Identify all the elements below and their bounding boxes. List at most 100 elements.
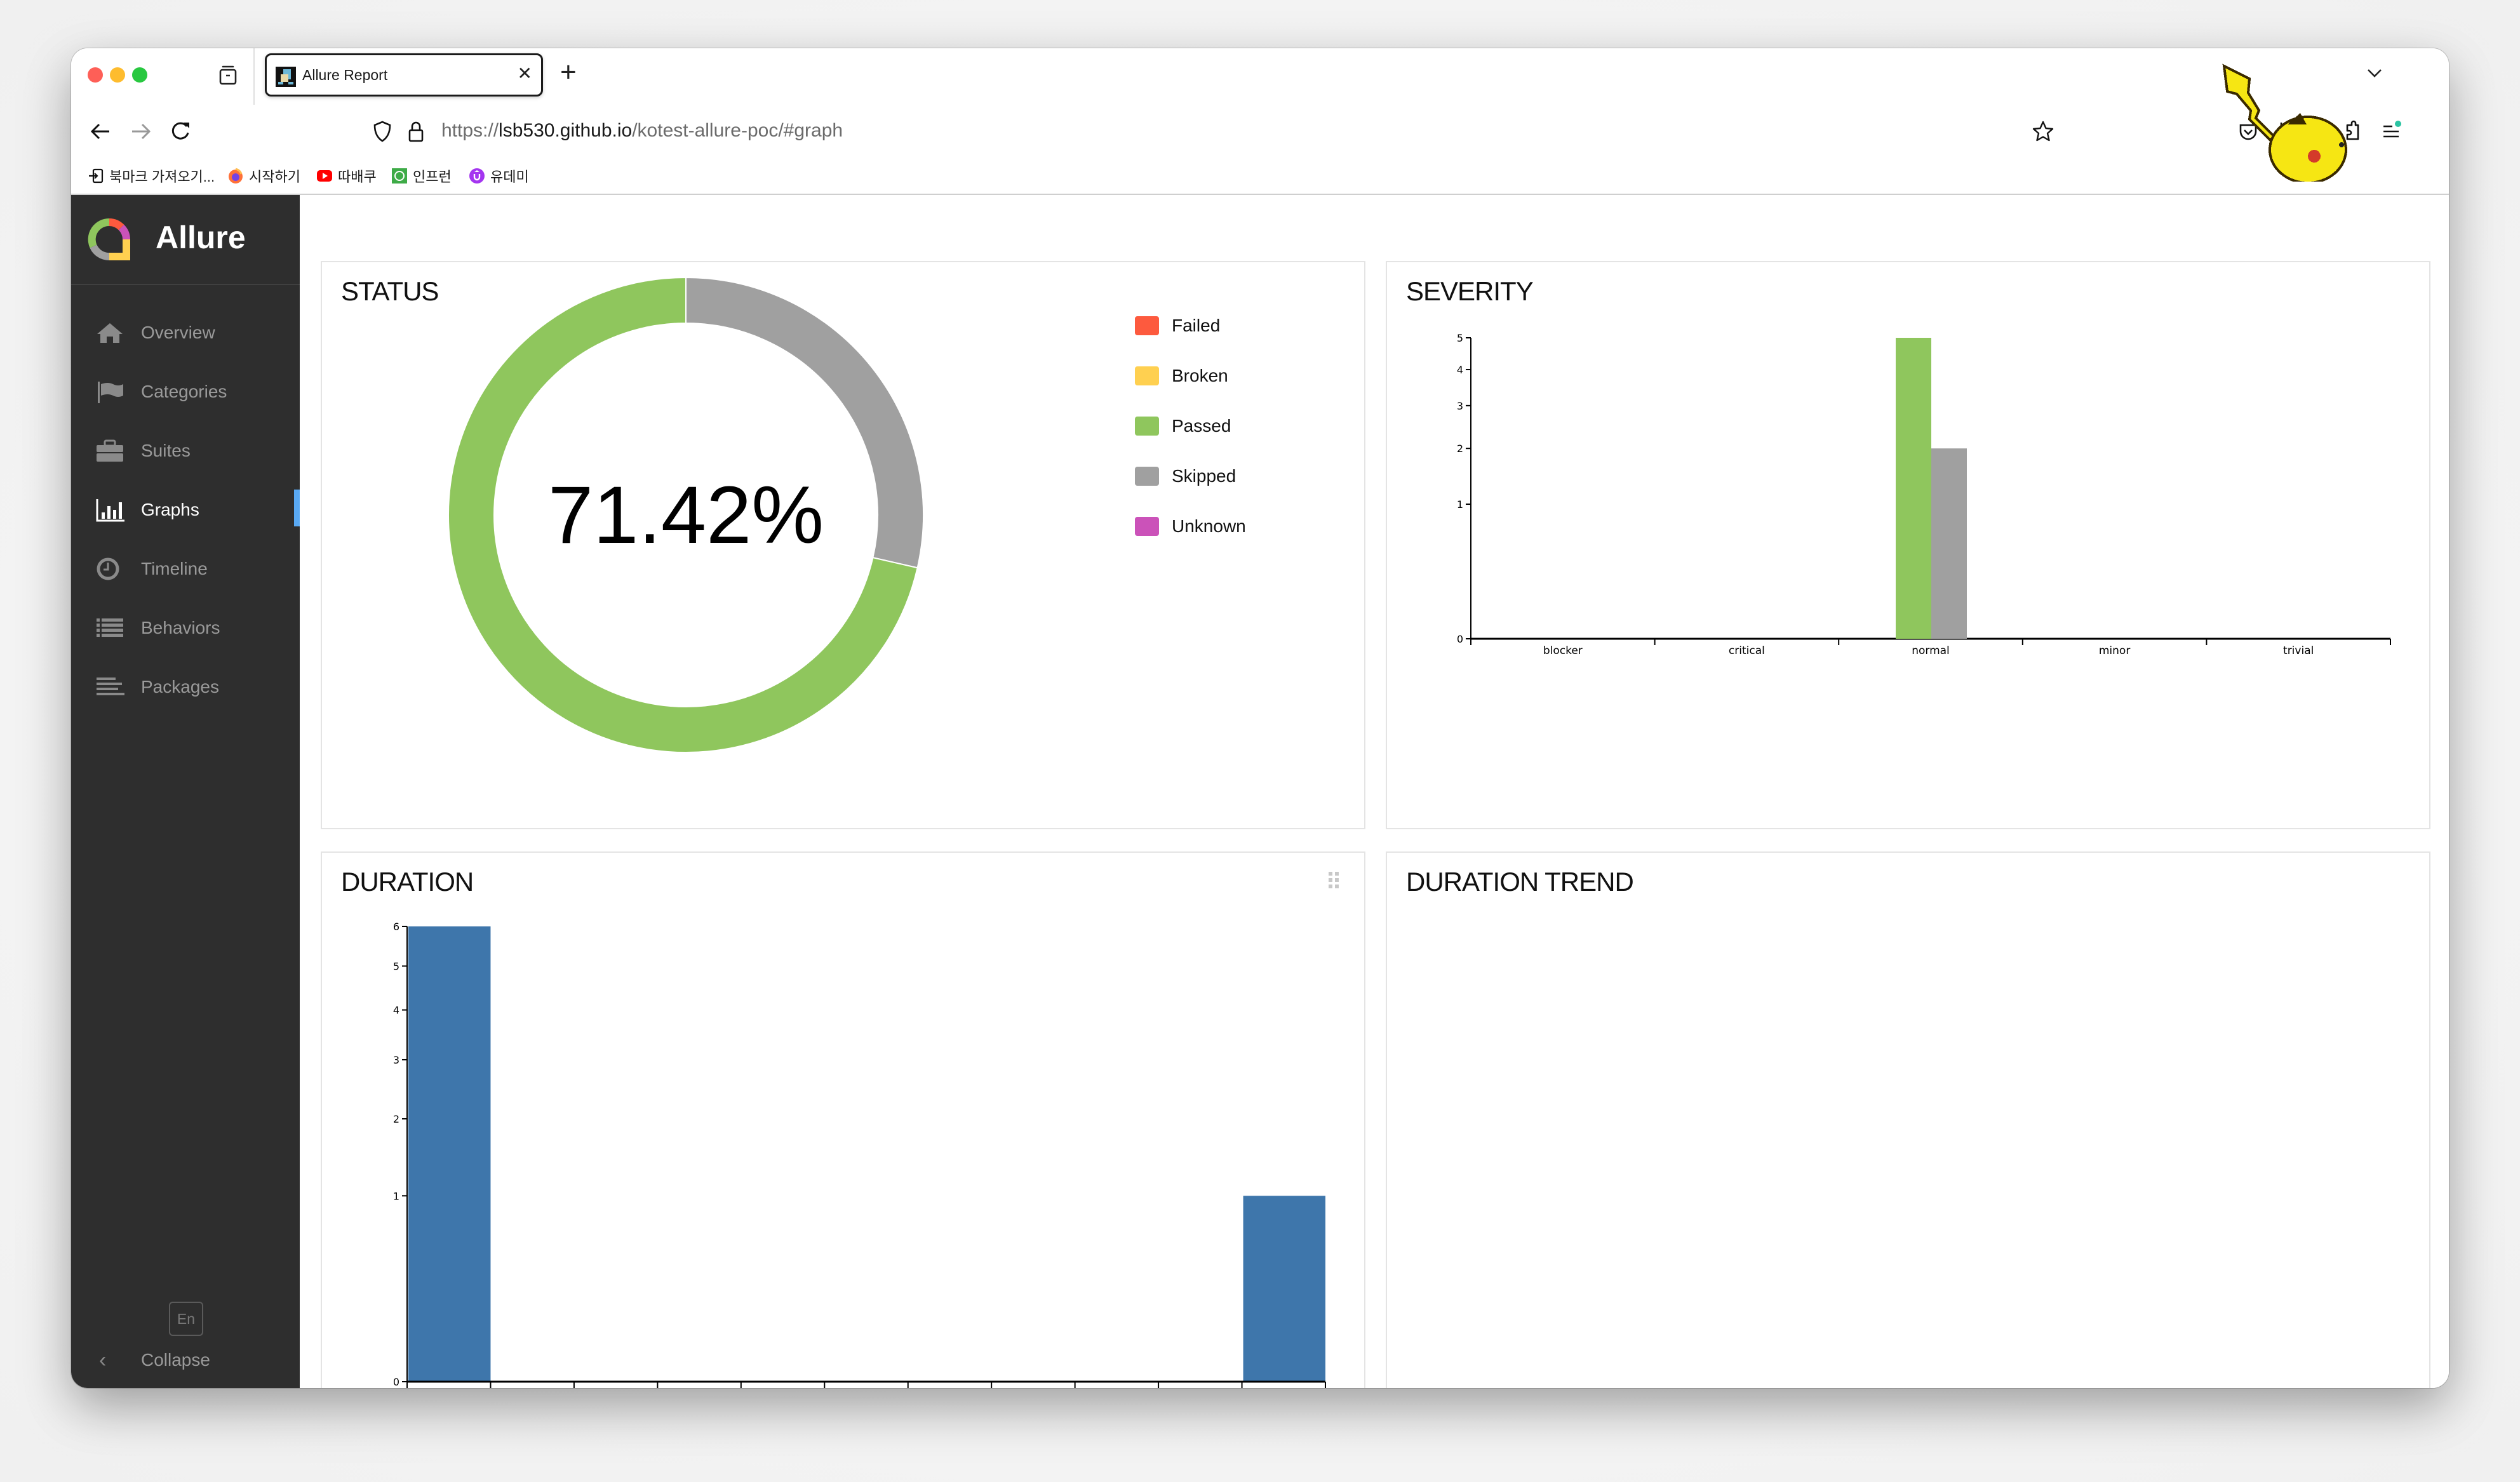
flag-icon	[98, 381, 123, 403]
y-tick-label: 1	[393, 1190, 399, 1202]
bookmark-star-icon[interactable]	[2030, 119, 2056, 144]
bookmark-label: 인프런	[413, 169, 452, 185]
allure-logo-icon	[88, 218, 130, 260]
y-tick-label: 3	[1457, 400, 1463, 412]
sidebar-item-label: Timeline	[141, 558, 208, 578]
udemy-icon	[469, 168, 485, 184]
legend-swatch	[1135, 366, 1159, 385]
passed-percentage-label: 71.42%	[548, 470, 824, 561]
close-window-button[interactable]	[88, 67, 103, 83]
youtube-icon	[317, 170, 332, 182]
tab-allure-report[interactable]: Allure Report ✕	[265, 53, 543, 97]
forward-icon[interactable]	[128, 119, 154, 144]
sidebar-item-graphs[interactable]: Graphs	[71, 480, 300, 539]
minimize-window-button[interactable]	[110, 67, 125, 83]
bar-normal-skipped	[1931, 448, 1967, 639]
y-tick-label: 5	[393, 960, 399, 972]
sidebar-item-behaviors[interactable]: Behaviors	[71, 598, 300, 657]
shield-icon[interactable]	[370, 119, 395, 144]
bookmark-item[interactable]: 따배쿠	[316, 165, 377, 187]
sidebar-item-timeline[interactable]: Timeline	[71, 539, 300, 598]
bar-normal-passed	[1896, 338, 1931, 639]
histogram-bar	[408, 926, 491, 1382]
legend-item-broken[interactable]: Broken	[1135, 366, 1228, 386]
sidebar-item-label: Packages	[141, 676, 219, 697]
severity-widget: SEVERITY 0 1 2 3 4 5 blocker critical normal mino…	[1386, 261, 2430, 829]
duration-histogram: 01234560s100ms200ms300ms400ms500ms600ms7…	[393, 921, 1326, 1388]
tab-list-icon[interactable]	[218, 65, 238, 85]
sidebar-item-label: Suites	[141, 440, 191, 460]
y-tick-label: 3	[393, 1054, 399, 1066]
home-icon	[97, 323, 123, 343]
legend-swatch	[1135, 467, 1159, 486]
close-tab-icon[interactable]: ✕	[518, 63, 532, 84]
x-tick-label: normal	[1912, 644, 1950, 657]
sidebar-item-categories[interactable]: Categories	[71, 362, 300, 421]
legend-label: Passed	[1172, 416, 1231, 436]
histogram-bar	[1243, 1196, 1325, 1382]
menu-icon[interactable]	[2378, 119, 2404, 144]
import-icon	[89, 168, 104, 184]
legend-label: Unknown	[1172, 516, 1246, 536]
sidebar-item-label: Overview	[141, 322, 215, 342]
brand-name: Allure	[156, 220, 246, 255]
x-tick-label: trivial	[2283, 644, 2314, 657]
briefcase-icon	[97, 439, 123, 462]
collapse-label: Collapse	[141, 1350, 210, 1370]
url-host: lsb530.github.io	[499, 120, 633, 141]
squirtle-pixel-icon	[276, 67, 296, 87]
legend-swatch	[1135, 417, 1159, 436]
sidebar-item-label: Categories	[141, 381, 227, 401]
sidebar-item-label: Graphs	[141, 499, 199, 519]
bookmark-item[interactable]: 인프런	[391, 165, 452, 187]
new-tab-button[interactable]: +	[560, 58, 577, 86]
sidebar-item-label: Behaviors	[141, 617, 220, 638]
zoom-window-button[interactable]	[132, 67, 147, 83]
y-tick-label: 4	[393, 1005, 399, 1017]
legend-label: Failed	[1172, 316, 1221, 335]
sidebar-item-overview[interactable]: Overview	[71, 303, 300, 362]
legend-item-skipped[interactable]: Skipped	[1135, 466, 1236, 486]
y-tick-label: 0	[393, 1376, 399, 1388]
y-tick-label: 2	[1457, 443, 1463, 455]
bookmark-item[interactable]: 북마크 가져오기...	[88, 165, 215, 187]
pikachu-cursor-icon	[2222, 63, 2347, 182]
reload-icon[interactable]	[168, 119, 193, 144]
url-path: /kotest-allure-poc/#graph	[632, 120, 843, 141]
duration-trend-widget: DURATION TREND	[1386, 851, 2430, 1388]
sidebar: Allure Overview Categories Suites Graphs…	[71, 195, 300, 1388]
panel-title: DURATION TREND	[1406, 867, 1634, 897]
browser-window: Allure Report ✕ + https://lsb530.github.…	[71, 48, 2449, 1388]
brand-header: Allure	[71, 195, 300, 285]
legend-item-failed[interactable]: Failed	[1135, 316, 1220, 336]
page-content: Allure Overview Categories Suites Graphs…	[71, 195, 2449, 1388]
status-widget: STATUS 71.42% Failed Broken Passed Skipped U…	[321, 261, 1365, 829]
inflearn-icon	[392, 168, 407, 184]
bookmarks-bar: 북마크 가져오기... 시작하기 따배쿠 인프런 유데미	[71, 159, 2449, 195]
bookmark-item[interactable]: 시작하기	[227, 165, 300, 187]
bookmark-item[interactable]: 유데미	[469, 165, 529, 187]
duration-widget: DURATION 01234560s100ms200ms300ms400ms50…	[321, 851, 1365, 1388]
legend-item-passed[interactable]: Passed	[1135, 416, 1231, 436]
legend-item-unknown[interactable]: Unknown	[1135, 516, 1246, 537]
collapse-button[interactable]: ‹ Collapse	[99, 1347, 210, 1373]
clock-icon	[97, 557, 119, 580]
y-tick-label: 5	[1457, 332, 1463, 344]
tabbar-divider	[253, 48, 255, 105]
url-scheme: https://	[441, 120, 499, 141]
align-left-icon	[97, 677, 124, 695]
back-icon[interactable]	[88, 119, 113, 144]
bookmark-label: 유데미	[490, 169, 529, 185]
bookmark-label: 따배쿠	[338, 169, 377, 185]
language-button[interactable]: En	[169, 1302, 203, 1336]
legend-label: Skipped	[1172, 466, 1237, 486]
chevron-down-icon[interactable]	[2365, 63, 2384, 83]
sidebar-item-packages[interactable]: Packages	[71, 657, 300, 716]
status-donut-chart: 71.42%	[448, 276, 924, 753]
sidebar-item-suites[interactable]: Suites	[71, 421, 300, 480]
lock-icon[interactable]	[403, 119, 429, 144]
url-field[interactable]: https://lsb530.github.io/kotest-allure-p…	[441, 120, 843, 142]
chevron-left-icon: ‹	[99, 1347, 107, 1372]
y-tick-label: 1	[1457, 498, 1463, 511]
tab-bar: Allure Report ✕ +	[71, 48, 2449, 106]
